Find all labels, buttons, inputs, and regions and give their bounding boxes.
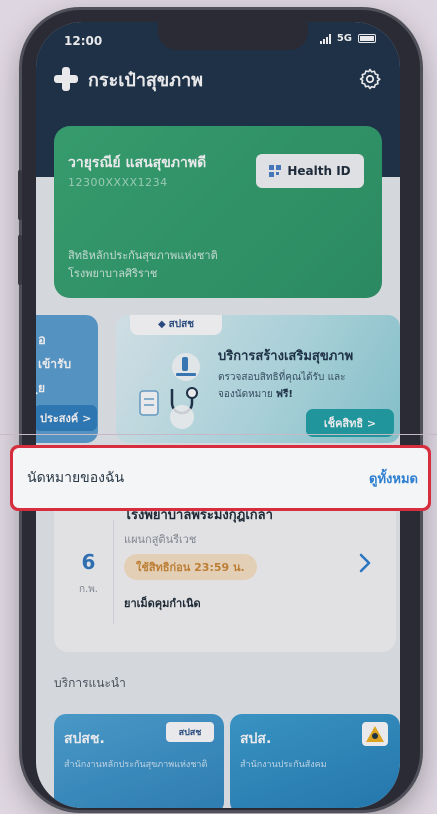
nhso-logo-text: สปสช [168, 318, 195, 330]
status-indicators: 5G [319, 33, 376, 44]
promo-left-line1: อ [38, 333, 46, 348]
phone-volume-button [18, 170, 22, 220]
check-rights-button[interactable]: เช็คสิทธิ > [306, 409, 394, 437]
app-title-row: กระเป๋าสุขภาพ [54, 64, 382, 94]
signal-icon [319, 33, 331, 44]
status-time: 12:00 [64, 34, 103, 48]
health-card[interactable]: วายุรณีย์ แสนสุขภาพดี 12300XXXX1234 Heal… [54, 126, 382, 298]
health-id-label: Health ID [287, 164, 351, 178]
service-name: สปส. [240, 731, 272, 747]
health-id-button[interactable]: Health ID [256, 154, 364, 188]
user-name: วายุรณีย์ แสนสุขภาพดี [68, 155, 207, 171]
chevron-right-icon[interactable] [358, 552, 372, 574]
promo-card-health-promotion[interactable]: ◆ สปสช บริการสร้างเสริมสุขภาพ ตรวจสอบสิท… [116, 315, 400, 443]
nhso-logo-mark-icon: ◆ [157, 318, 166, 330]
nhso-logo: ◆ สปสช [130, 315, 222, 335]
service-description: สำนักงานประกันสังคม [240, 760, 327, 770]
promo-left-button[interactable]: ประสงค์ > [36, 405, 98, 431]
registered-hospital: โรงพยาบาลศิริราช [68, 267, 158, 280]
network-label: 5G [336, 33, 352, 44]
appointment-date: 6 ก.พ. [64, 520, 114, 624]
appointments-section-title: นัดหมายของฉัน [27, 470, 125, 486]
sso-logo-icon [362, 722, 388, 746]
health-cross-icon [54, 67, 78, 91]
service-card-nhso[interactable]: สปสช. สปสช สำนักงานหลักประกันสุขภาพแห่งช… [54, 714, 224, 808]
promo-desc-line1: ตรวจสอบสิทธิที่คุณได้รับ และ [218, 372, 346, 383]
promo-free-label: ฟรี! [275, 389, 293, 400]
promo-desc-line2: จองนัดหมาย ฟรี! [218, 387, 293, 402]
nhso-logo: สปสช [166, 722, 214, 742]
highlight-guide-line [0, 434, 437, 435]
medical-illustration-icon [139, 353, 200, 429]
appointment-deadline-badge: ใช้สิทธิก่อน 23:59 น. [124, 554, 257, 580]
promo-desc-line2-prefix: จองนัดหมาย [218, 389, 276, 400]
appointments-header-bar: นัดหมายของฉัน ดูทั้งหมด [13, 448, 428, 508]
phone-notch [158, 22, 308, 50]
highlighted-appointments-header: นัดหมายของฉัน ดูทั้งหมด [10, 445, 431, 511]
recommended-section-title: บริการแนะนำ [54, 676, 126, 690]
health-right-label: สิทธิหลักประกันสุขภาพแห่งชาติ [68, 249, 218, 262]
promo-title: บริการสร้างเสริมสุขภาพ [218, 349, 354, 364]
service-name: สปสช. [64, 731, 105, 747]
service-card-sso[interactable]: สปส. สำนักงานประกันสังคม [230, 714, 400, 808]
appointment-department: แผนกสูตินรีเวช [124, 533, 197, 546]
phone-screen: 12:00 5G กระเป๋าสุขภาพ วายุรณีย์ แสนสุขภ… [36, 22, 400, 808]
promo-card-previous[interactable]: อ เข้ารับ ฺย ประสงค์ > [36, 315, 98, 443]
appointment-day: 6 [81, 550, 96, 574]
phone-volume-button [18, 235, 22, 285]
app-title: กระเป๋าสุขภาพ [88, 69, 204, 91]
battery-icon [358, 34, 376, 43]
promo-left-line2: เข้ารับ [38, 357, 72, 371]
appointment-month: ก.พ. [78, 584, 98, 595]
qr-code-icon [269, 165, 282, 177]
promo-left-line3: ฺย [38, 381, 46, 395]
user-id-number: 12300XXXX1234 [68, 176, 168, 189]
view-all-appointments-link[interactable]: ดูทั้งหมด [369, 468, 418, 489]
appointment-card[interactable]: 6 ก.พ. โรงพยาบาลพระมงกุฎเกล้า แผนกสูตินร… [54, 490, 396, 652]
appointment-medicine: ยาเม็ดคุมกำเนิด [124, 597, 201, 610]
settings-gear-icon[interactable] [358, 67, 382, 91]
service-description: สำนักงานหลักประกันสุขภาพแห่งชาติ [64, 760, 208, 770]
